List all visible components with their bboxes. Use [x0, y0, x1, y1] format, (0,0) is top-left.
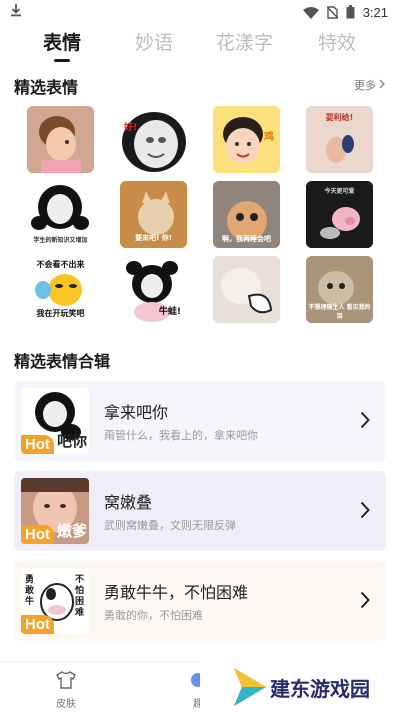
battery-icon [346, 5, 355, 19]
featured-title: 精选表情 [14, 78, 79, 97]
sticker-caption: 好! [124, 123, 138, 133]
collections-title: 精选表情合辑 [14, 352, 111, 371]
collection-card-wonendie[interactable]: 嫩爹 Hot 窝嫩叠 武则窝嫩叠，文则无限反弹 [14, 471, 386, 551]
collection-thumb: 吧你 Hot [21, 388, 89, 454]
collection-title: 拿来吧你 [104, 403, 169, 422]
svg-text:勇: 勇 [25, 574, 34, 585]
no-sim-icon [326, 5, 338, 19]
sticker-caption: 今天更可爱 [324, 188, 355, 195]
collection-card-nalaibani[interactable]: 吧你 Hot 拿来吧你 甭管什么，我看上的，拿来吧你 [14, 381, 386, 461]
sticker-item[interactable] [213, 256, 280, 323]
sticker-item[interactable]: 好! [120, 106, 187, 173]
collection-thumb: 嫩爹 Hot [21, 478, 89, 544]
collection-title: 窝嫩叠 [104, 493, 153, 512]
tab-label: 花漾字 [216, 32, 274, 54]
sticker-item[interactable]: 啊，我再睡会吧 [213, 181, 280, 248]
sticker-caption: 要来吧! 你! [135, 234, 172, 242]
sticker-caption: 不想理随生人 看见我的泪 [308, 304, 371, 320]
clock: 3:21 [362, 4, 388, 20]
sticker-item[interactable]: 耍利给! [306, 106, 373, 173]
status-bar: 3:21 [0, 0, 400, 24]
toddler-girl-image [27, 106, 94, 173]
sticker-caption-top: 不会看不出来 [36, 260, 85, 269]
sticker-item[interactable]: 不会看不出来 我在开玩笑吧 [27, 256, 94, 323]
thumb-caption: 嫩爹 [56, 522, 87, 540]
nav-label: 皮肤 [56, 699, 76, 710]
hot-badge: Hot [21, 525, 54, 544]
tab-biaoqing[interactable]: 表情 [43, 28, 82, 62]
tab-miaoyu[interactable]: 妙语 [135, 28, 173, 55]
tab-texiao[interactable]: 特效 [318, 28, 356, 55]
white-cat-image [213, 256, 280, 323]
watermark-logo-icon [230, 666, 270, 712]
more-link[interactable]: 更多 [354, 77, 386, 93]
watermark-text: 建东游戏园 [270, 676, 370, 701]
tab-label: 表情 [43, 32, 82, 54]
download-icon [10, 3, 22, 21]
thumb-caption: 吧你 [56, 432, 87, 450]
more-label: 更多 [354, 79, 376, 92]
wifi-icon [302, 6, 319, 19]
site-watermark: 建东游戏园 [200, 662, 400, 712]
sticker-item[interactable]: 学生的新知识又增加 [27, 181, 94, 248]
tab-label: 妙语 [135, 32, 174, 54]
collection-thumb: 勇敢牛 不怕困难 Hot [21, 568, 89, 634]
sticker-caption-bottom: 我在开玩笑吧 [36, 309, 85, 318]
sticker-caption: 牛蛙! [158, 307, 181, 317]
hot-badge: Hot [21, 435, 54, 454]
category-tabs: 表情 妙语 花漾字 特效 [0, 26, 400, 62]
sticker-item[interactable]: 鸡 [213, 106, 280, 173]
sticker-item[interactable]: 要来吧! 你! [120, 181, 187, 248]
collection-subtitle: 武则窝嫩叠，文则无限反弹 [104, 519, 236, 532]
collection-subtitle: 甭管什么，我看上的，拿来吧你 [104, 429, 258, 442]
chevron-right-icon [360, 411, 370, 433]
svg-text:困: 困 [75, 596, 84, 607]
svg-text:不: 不 [75, 574, 84, 585]
tab-huayangzi[interactable]: 花漾字 [216, 28, 273, 55]
tab-label: 特效 [318, 32, 357, 54]
chevron-right-icon [360, 501, 370, 523]
svg-text:怕: 怕 [75, 584, 84, 596]
active-tab-indicator [54, 59, 70, 62]
svg-text:牛: 牛 [25, 595, 34, 607]
sticker-caption: 耍利给! [325, 113, 354, 122]
chevron-right-icon [379, 79, 386, 92]
sticker-item[interactable]: 牛蛙! [120, 256, 187, 323]
sticker-caption: 学生的新知识又增加 [33, 237, 88, 244]
chevron-right-icon [360, 591, 370, 613]
collection-card-yonggan-niuniu[interactable]: 勇敢牛 不怕困难 Hot 勇敢牛牛，不怕困难 勇敢的你，不怕困难 [14, 561, 386, 641]
nav-item-skin[interactable]: 皮肤 [36, 671, 96, 710]
panda-face-image [122, 112, 186, 172]
svg-text:难: 难 [74, 606, 84, 618]
sticker-item[interactable]: 不想理随生人 看见我的泪 [306, 256, 373, 323]
svg-text:敢: 敢 [25, 584, 35, 596]
sticker-caption: 啊，我再睡会吧 [222, 235, 271, 243]
sticker-caption: 鸡 [264, 132, 274, 143]
tshirt-icon [56, 671, 76, 692]
sticker-item[interactable] [27, 106, 94, 173]
sticker-item[interactable]: 今天更可爱 [306, 181, 373, 248]
collection-title: 勇敢牛牛，不怕困难 [104, 583, 249, 602]
hot-badge: Hot [21, 615, 54, 634]
collection-subtitle: 勇敢的你，不怕困难 [104, 609, 203, 622]
